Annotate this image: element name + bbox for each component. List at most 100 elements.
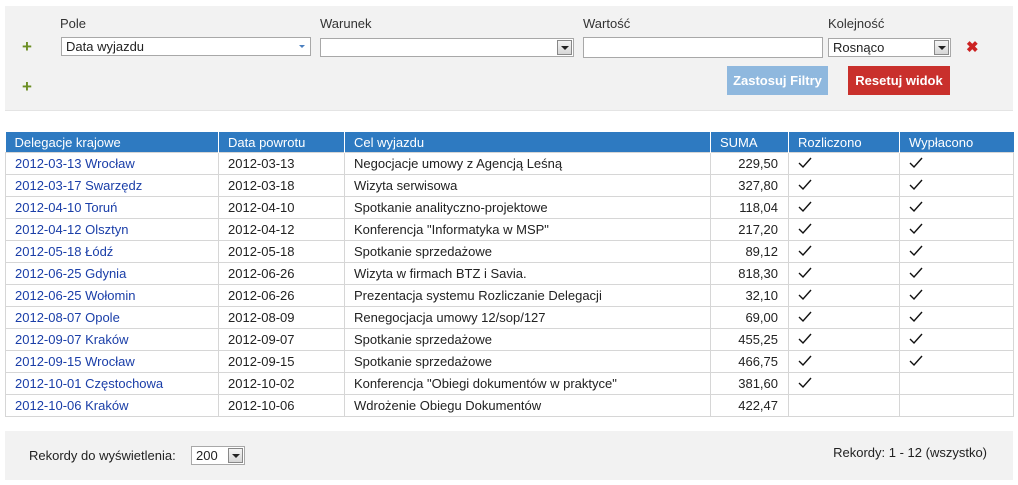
column-header[interactable]: Rozliczono <box>788 132 900 153</box>
delegation-link[interactable]: 2012-04-12 Olsztyn <box>15 222 128 237</box>
paid-cell <box>899 174 1014 197</box>
column-header[interactable]: Data powrotu <box>218 132 345 153</box>
checkmark-icon <box>909 157 923 172</box>
order-select-value: Rosnąco <box>833 40 885 55</box>
order-header: Kolejność <box>828 16 885 31</box>
return-date-cell: 2012-09-07 <box>218 328 345 351</box>
checkmark-icon <box>909 245 923 260</box>
sum-cell: 217,20 <box>710 218 789 241</box>
purpose-cell: Renegocjacja umowy 12/sop/127 <box>344 306 711 329</box>
order-select[interactable]: Rosnąco <box>828 38 951 57</box>
value-input[interactable] <box>583 37 823 58</box>
return-date-cell: 2012-03-18 <box>218 174 345 197</box>
settled-cell <box>788 240 900 263</box>
purpose-cell: Spotkanie sprzedażowe <box>344 240 711 263</box>
return-date-cell: 2012-04-10 <box>218 196 345 219</box>
checkmark-icon <box>798 223 812 238</box>
remove-filter-icon[interactable]: ✖ <box>966 38 979 56</box>
return-date-cell: 2012-09-15 <box>218 350 345 373</box>
delegation-link[interactable]: 2012-10-01 Częstochowa <box>15 376 163 391</box>
delegation-link[interactable]: 2012-03-17 Swarzędz <box>15 178 142 193</box>
checkmark-icon <box>798 333 812 348</box>
filter-panel: Pole Warunek Wartość Kolejność + Data wy… <box>5 6 1013 111</box>
table-row: 2012-09-07 Kraków 2012-09-07 Spotkanie spr… <box>5 328 1014 351</box>
add-filter-icon[interactable]: + <box>22 38 32 55</box>
paid-cell <box>899 350 1014 373</box>
paid-cell <box>899 394 1014 417</box>
column-header[interactable]: Delegacje krajowe <box>5 132 219 153</box>
delegation-link[interactable]: 2012-03-13 Wrocław <box>15 156 135 171</box>
table-body: 2012-03-13 Wrocław 2012-03-13 Negocjacje u… <box>5 152 1014 417</box>
chevron-down-icon <box>294 39 309 54</box>
table-row: 2012-06-25 Gdynia 2012-06-26 Wizyta w firm… <box>5 262 1014 285</box>
column-header[interactable]: Wypłacono <box>899 132 1014 153</box>
return-date-cell: 2012-06-26 <box>218 262 345 285</box>
settled-cell <box>788 350 900 373</box>
delegation-cell: 2012-09-15 Wrocław <box>5 350 219 373</box>
paid-cell <box>899 328 1014 351</box>
apply-filters-button[interactable]: Zastosuj Filtry <box>727 66 828 95</box>
sum-cell: 466,75 <box>710 350 789 373</box>
records-info: Rekordy: 1 - 12 (wszystko) <box>833 445 987 460</box>
return-date-cell: 2012-05-18 <box>218 240 345 263</box>
delegation-link[interactable]: 2012-04-10 Toruń <box>15 200 117 215</box>
delegation-cell: 2012-06-25 Wołomin <box>5 284 219 307</box>
delegation-link[interactable]: 2012-09-07 Kraków <box>15 332 128 347</box>
delegation-cell: 2012-04-10 Toruń <box>5 196 219 219</box>
chevron-down-icon <box>557 40 572 55</box>
delegations-table: Delegacje krajowe Data powrotu Cel wyjaz… <box>5 132 1014 417</box>
return-date-cell: 2012-04-12 <box>218 218 345 241</box>
purpose-cell: Spotkanie sprzedażowe <box>344 350 711 373</box>
sum-cell: 118,04 <box>710 196 789 219</box>
delegation-link[interactable]: 2012-06-25 Wołomin <box>15 288 135 303</box>
checkmark-icon <box>798 289 812 304</box>
table-row: 2012-10-06 Kraków 2012-10-06 Wdrożenie Obi… <box>5 394 1014 417</box>
sum-cell: 455,25 <box>710 328 789 351</box>
settled-cell <box>788 306 900 329</box>
checkmark-icon <box>909 201 923 216</box>
return-date-cell: 2012-08-09 <box>218 306 345 329</box>
settled-cell <box>788 174 900 197</box>
reset-view-button[interactable]: Resetuj widok <box>848 66 950 95</box>
purpose-cell: Wizyta w firmach BTZ i Savia. <box>344 262 711 285</box>
purpose-cell: Konferencja "Obiegi dokumentów w praktyc… <box>344 372 711 395</box>
column-header[interactable]: Cel wyjazdu <box>344 132 711 153</box>
sum-cell: 69,00 <box>710 306 789 329</box>
return-date-cell: 2012-10-02 <box>218 372 345 395</box>
records-per-page-select[interactable]: 200 <box>191 446 245 465</box>
checkmark-icon <box>909 333 923 348</box>
purpose-cell: Spotkanie sprzedażowe <box>344 328 711 351</box>
checkmark-icon <box>798 157 812 172</box>
condition-select[interactable] <box>320 38 574 57</box>
paid-cell <box>899 306 1014 329</box>
add-filter-row-icon[interactable]: + <box>22 78 32 95</box>
checkmark-icon <box>909 311 923 326</box>
purpose-cell: Konferencja "Informatyka w MSP" <box>344 218 711 241</box>
field-select-value: Data wyjazdu <box>66 39 145 54</box>
delegation-link[interactable]: 2012-08-07 Opole <box>15 310 120 325</box>
value-header: Wartość <box>583 16 631 31</box>
delegation-link[interactable]: 2012-10-06 Kraków <box>15 398 128 413</box>
checkmark-icon <box>798 377 812 392</box>
settled-cell <box>788 394 900 417</box>
delegation-link[interactable]: 2012-06-25 Gdynia <box>15 266 126 281</box>
sum-cell: 381,60 <box>710 372 789 395</box>
sum-cell: 422,47 <box>710 394 789 417</box>
settled-cell <box>788 328 900 351</box>
paid-cell <box>899 196 1014 219</box>
column-header[interactable]: SUMA <box>710 132 789 153</box>
delegation-cell: 2012-09-07 Kraków <box>5 328 219 351</box>
purpose-cell: Prezentacja systemu Rozliczanie Delegacj… <box>344 284 711 307</box>
delegation-link[interactable]: 2012-09-15 Wrocław <box>15 354 135 369</box>
field-select[interactable]: Data wyjazdu <box>61 37 311 56</box>
delegation-cell: 2012-03-13 Wrocław <box>5 152 219 175</box>
delegation-link[interactable]: 2012-05-18 Łódź <box>15 244 113 259</box>
checkmark-icon <box>909 267 923 282</box>
field-header: Pole <box>60 16 87 31</box>
settled-cell <box>788 372 900 395</box>
purpose-cell: Wdrożenie Obiegu Dokumentów <box>344 394 711 417</box>
pagination-bar: Rekordy do wyświetlenia: 200 Rekordy: 1 … <box>5 431 1013 480</box>
delegation-cell: 2012-04-12 Olsztyn <box>5 218 219 241</box>
delegation-cell: 2012-06-25 Gdynia <box>5 262 219 285</box>
checkmark-icon <box>798 311 812 326</box>
